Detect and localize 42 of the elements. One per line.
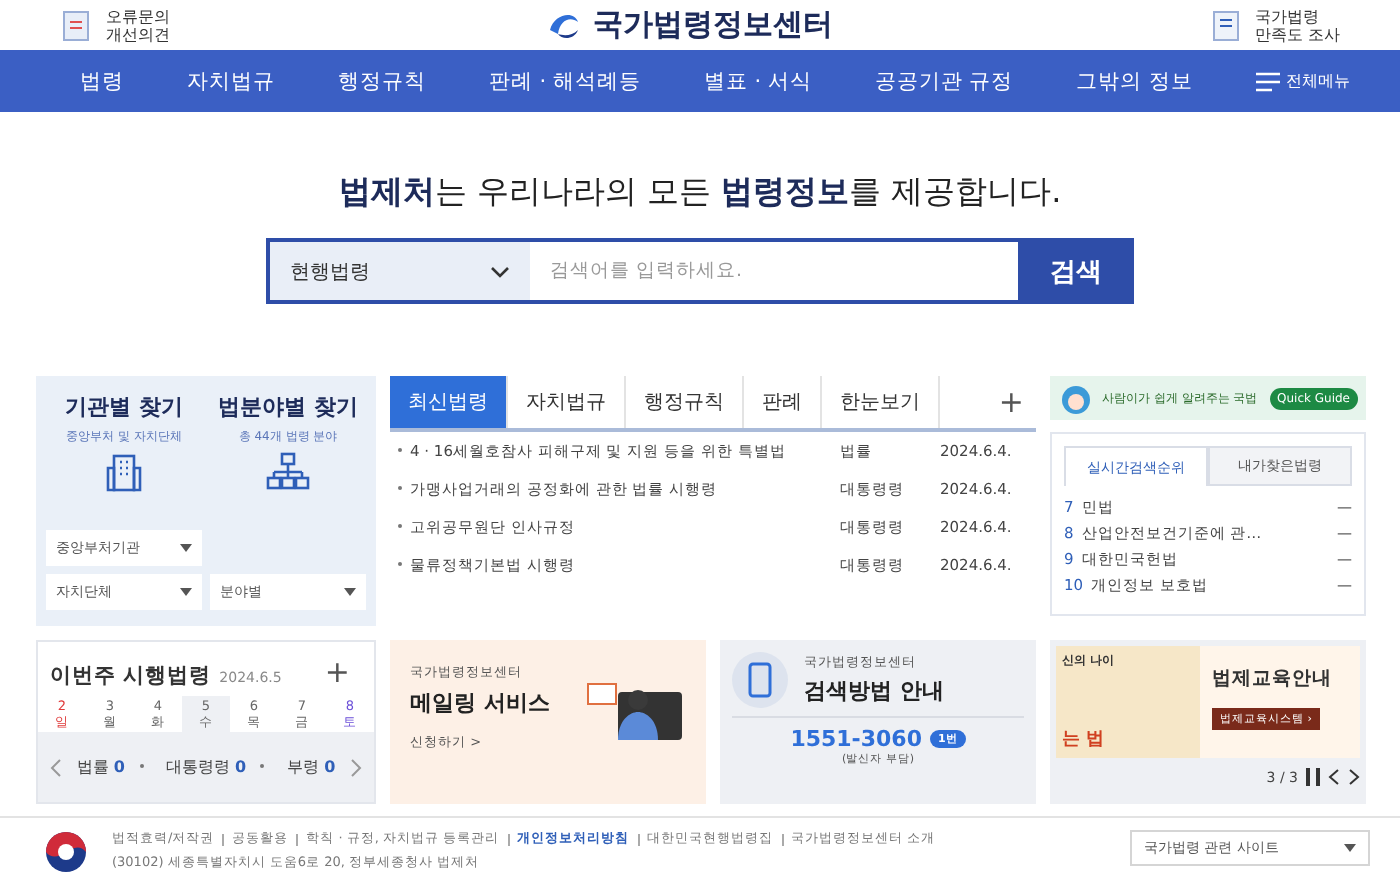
caret-icon — [180, 544, 192, 552]
search-scope-dropdown[interactable]: 현행법령 — [266, 238, 530, 304]
hierarchy-icon — [266, 452, 310, 492]
government-emblem-icon — [44, 830, 88, 874]
search-input-field[interactable]: 검색어를 입력하세요. — [530, 238, 1018, 304]
weekly-title: 이번주 시행법령 — [50, 662, 212, 690]
feedback-link[interactable]: 오류문의 개선의견 — [60, 7, 170, 43]
pause-icon[interactable] — [1306, 768, 1320, 786]
caret-icon — [180, 588, 192, 596]
logo-icon — [545, 9, 582, 41]
survey-link[interactable]: 국가법령 만족도 조사 — [1208, 7, 1340, 43]
building-icon — [104, 452, 144, 492]
banner-title: 법제교육안내 — [1212, 666, 1332, 692]
caret-icon — [344, 588, 356, 596]
clipboard-icon — [1208, 7, 1245, 43]
caret-icon — [1344, 844, 1356, 852]
law-count: 부령 0 — [287, 756, 336, 778]
nav-menu-item[interactable]: 판례 · 해석례등 — [488, 67, 641, 95]
card-title: 메일링 서비스 — [410, 688, 550, 718]
nav-menu-item[interactable]: 그밖의 정보 — [1076, 67, 1194, 95]
more-button[interactable]: + — [986, 376, 1036, 428]
headline: 법제처는 우리나라의 모든 법령정보를 제공합니다. — [338, 172, 1062, 214]
law-count: 대통령령 0 — [165, 756, 247, 778]
menu-icon — [1256, 71, 1280, 91]
law-count: 법률 0 — [76, 756, 125, 778]
news-tab[interactable]: 최신법령 — [390, 376, 508, 428]
all-menu-link[interactable]: 전체메뉴 — [1256, 70, 1350, 92]
phone-icon — [732, 652, 788, 708]
nav-menu-item[interactable]: 별표 · 서식 — [703, 67, 812, 95]
card-title: 검색방법 안내 — [804, 676, 944, 706]
finder-title[interactable]: 기관별 찾기 — [65, 392, 183, 422]
nav-menu-item[interactable]: 공공기관 규정 — [874, 67, 1014, 95]
finder-title[interactable]: 법분야별 찾기 — [218, 392, 358, 422]
chevron-left-icon[interactable] — [1328, 768, 1340, 786]
chevron-down-icon — [490, 265, 510, 277]
search-button[interactable]: 검색 — [1018, 238, 1134, 304]
chevron-right-icon[interactable] — [1348, 768, 1360, 786]
more-button[interactable]: + — [312, 652, 362, 692]
nav-menu-item[interactable]: 법령 — [80, 67, 124, 95]
site-logo-text[interactable]: 국가법령정보센터 — [593, 6, 834, 44]
nav-menu-item[interactable]: 행정규칙 — [337, 67, 426, 95]
nav-menu-item[interactable]: 자치법규 — [186, 67, 275, 95]
